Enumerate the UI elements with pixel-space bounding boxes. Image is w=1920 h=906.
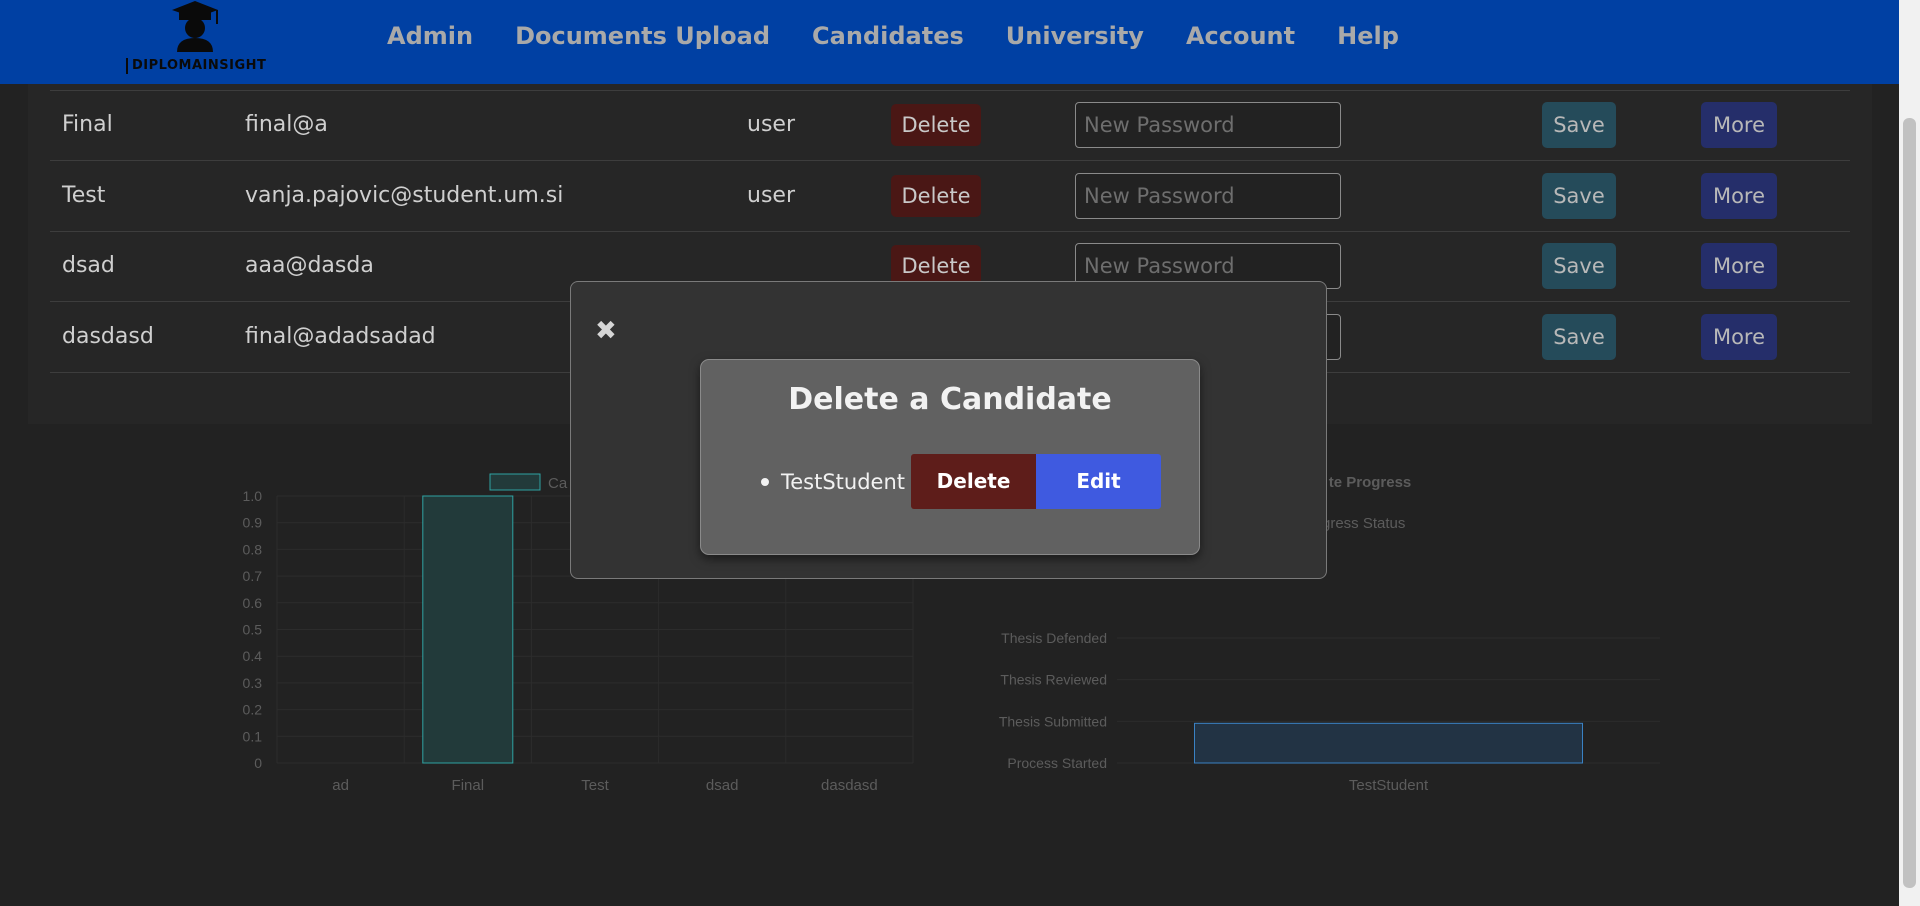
- bullet-icon: [761, 477, 769, 486]
- scrollbar-thumb[interactable]: [1903, 118, 1916, 888]
- edit-candidate-button[interactable]: Edit: [1036, 454, 1162, 509]
- delete-candidate-modal: ✖ Delete a Candidate TestStudent Delete …: [570, 281, 1327, 579]
- page-scrollbar[interactable]: [1899, 0, 1920, 906]
- modal-title: Delete a Candidate: [788, 382, 1112, 417]
- delete-candidate-button[interactable]: Delete: [911, 454, 1037, 509]
- close-icon[interactable]: ✖: [595, 318, 617, 344]
- candidate-name: TestStudent: [781, 469, 906, 494]
- candidate-list-item: TestStudent Delete Edit: [761, 454, 1162, 509]
- modal-content-card: Delete a Candidate TestStudent Delete Ed…: [700, 359, 1200, 555]
